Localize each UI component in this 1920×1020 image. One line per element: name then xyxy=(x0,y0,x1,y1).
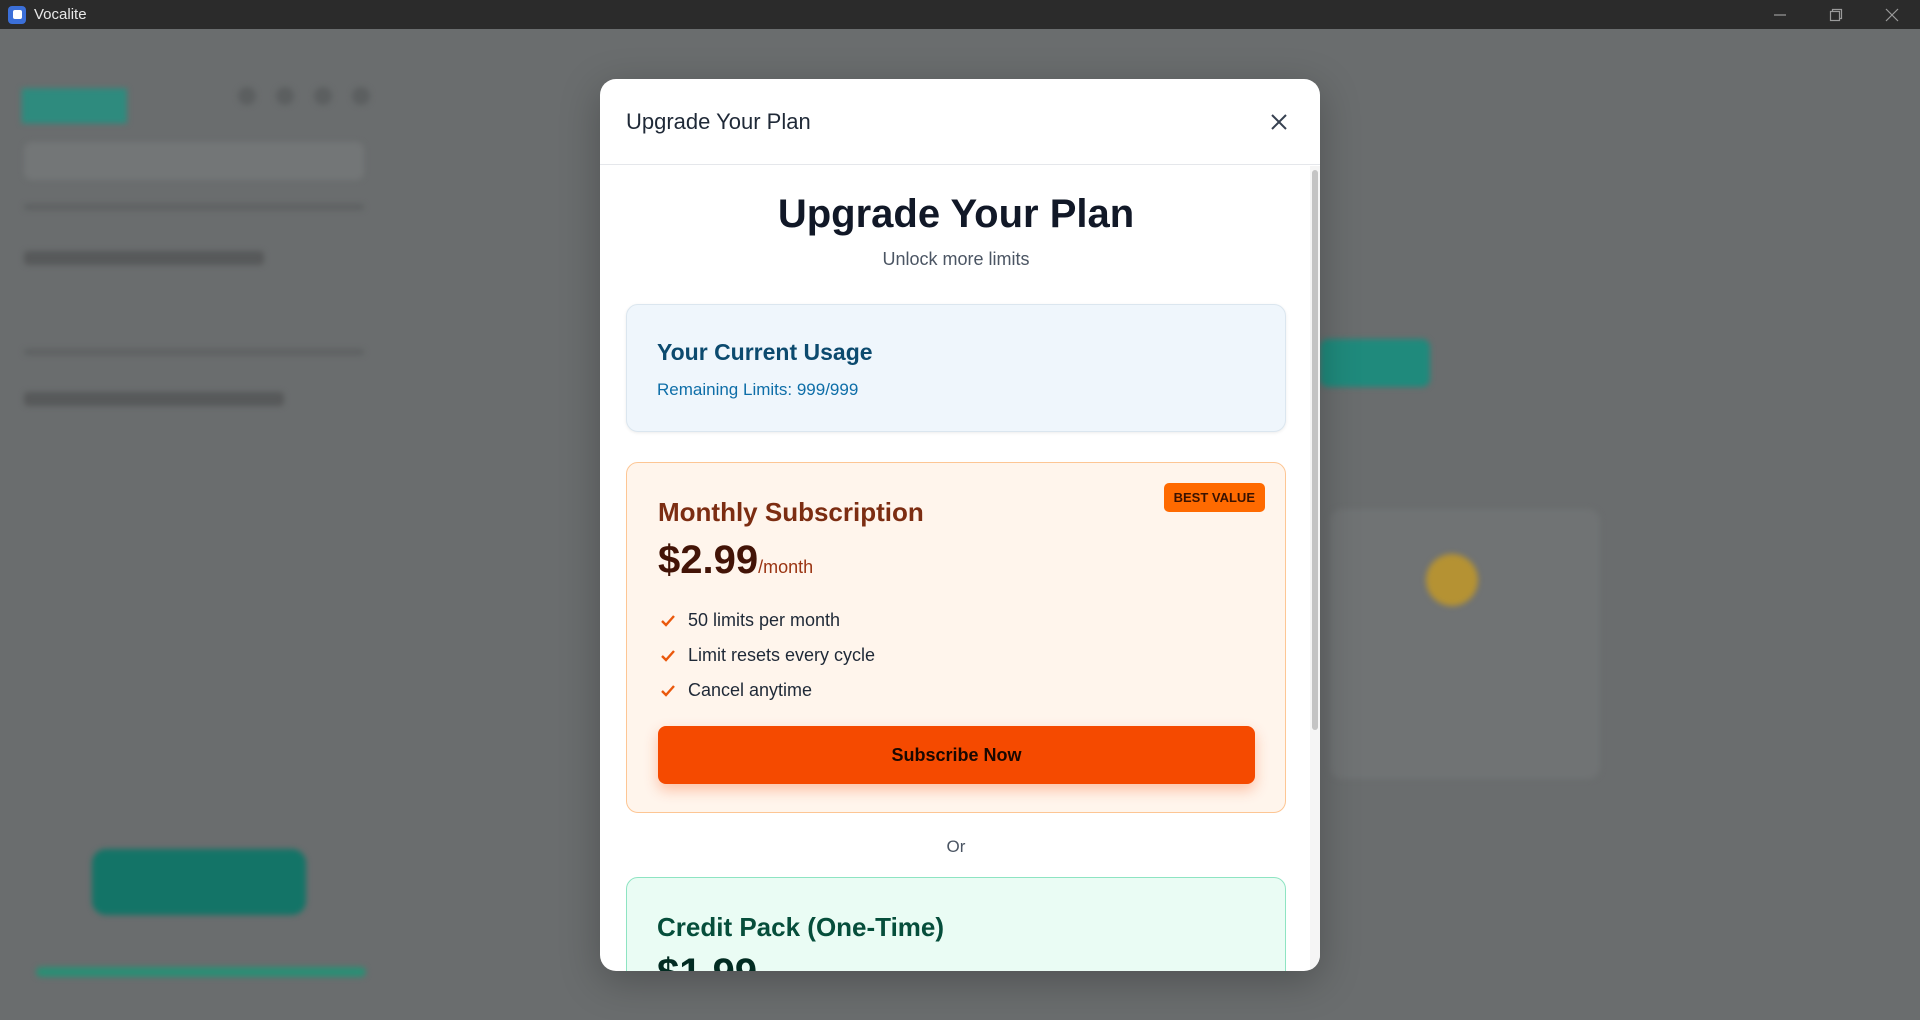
restore-button[interactable] xyxy=(1808,0,1864,29)
close-icon xyxy=(1885,8,1899,21)
modal-title: Upgrade Your Plan xyxy=(626,108,811,134)
modal-header: Upgrade Your Plan xyxy=(600,79,1320,165)
close-icon xyxy=(1271,113,1287,130)
background-divider xyxy=(24,204,364,210)
background-coin-icon xyxy=(1426,554,1478,606)
background-button xyxy=(92,849,306,915)
minimize-button[interactable] xyxy=(1752,0,1808,29)
close-window-button[interactable] xyxy=(1864,0,1920,29)
feature-item: 50 limits per month xyxy=(658,603,1255,638)
window-titlebar: Vocalite xyxy=(0,0,1920,29)
monthly-plan-card: BEST VALUE Monthly Subscription $2.99 /m… xyxy=(626,462,1286,813)
remaining-limits: Remaining Limits: 999/999 xyxy=(657,380,859,399)
background-list-item xyxy=(24,392,284,406)
feature-label: Limit resets every cycle xyxy=(688,645,876,665)
subscribe-now-button[interactable]: Subscribe Now xyxy=(658,726,1255,784)
plan-price: $2.99 xyxy=(658,538,759,582)
credit-pack-card: Credit Pack (One-Time) $1.99 xyxy=(626,877,1286,971)
usage-title: Your Current Usage xyxy=(657,339,873,365)
background-progress xyxy=(36,967,366,977)
check-icon xyxy=(658,611,678,631)
credit-pack-price: $1.99 xyxy=(657,951,1255,971)
price-row: $2.99 /month xyxy=(658,538,1255,583)
modal-scrollbar[interactable] xyxy=(1310,166,1320,971)
background-logo: ▇▇▇▇ xyxy=(22,85,127,123)
hero-subtitle: Unlock more limits xyxy=(882,249,1030,269)
upgrade-modal: Upgrade Your Plan Upgrade Your Plan Unlo… xyxy=(600,79,1320,971)
background-search xyxy=(24,142,364,180)
plan-period: /month xyxy=(758,557,814,577)
feature-label: Cancel anytime xyxy=(688,680,813,700)
best-value-badge: BEST VALUE xyxy=(1163,483,1265,512)
feature-label: 50 limits per month xyxy=(688,610,841,630)
check-icon xyxy=(658,681,678,701)
background-heading xyxy=(1320,339,1430,387)
background-divider xyxy=(24,349,364,355)
modal-body[interactable]: Upgrade Your Plan Unlock more limits You… xyxy=(600,166,1320,971)
credit-pack-title: Credit Pack (One-Time) xyxy=(657,912,945,942)
restore-icon xyxy=(1829,8,1843,21)
hero-title: Upgrade Your Plan xyxy=(777,192,1135,236)
check-icon xyxy=(658,646,678,666)
window-title: Vocalite xyxy=(34,6,87,23)
background-list-item xyxy=(24,251,264,265)
feature-item: Limit resets every cycle xyxy=(658,638,1255,673)
or-divider: Or xyxy=(946,837,966,856)
current-usage-card: Your Current Usage Remaining Limits: 999… xyxy=(626,304,1286,432)
close-modal-button[interactable] xyxy=(1264,107,1294,137)
background-toolbar xyxy=(238,87,370,105)
scrollbar-thumb[interactable] xyxy=(1312,170,1318,730)
minimize-icon xyxy=(1774,13,1786,16)
window-controls xyxy=(1752,0,1920,29)
feature-item: Cancel anytime xyxy=(658,673,1255,708)
app-icon xyxy=(8,5,26,24)
feature-list: 50 limits per month Limit resets every c… xyxy=(658,603,1255,708)
background-card xyxy=(1330,509,1600,779)
